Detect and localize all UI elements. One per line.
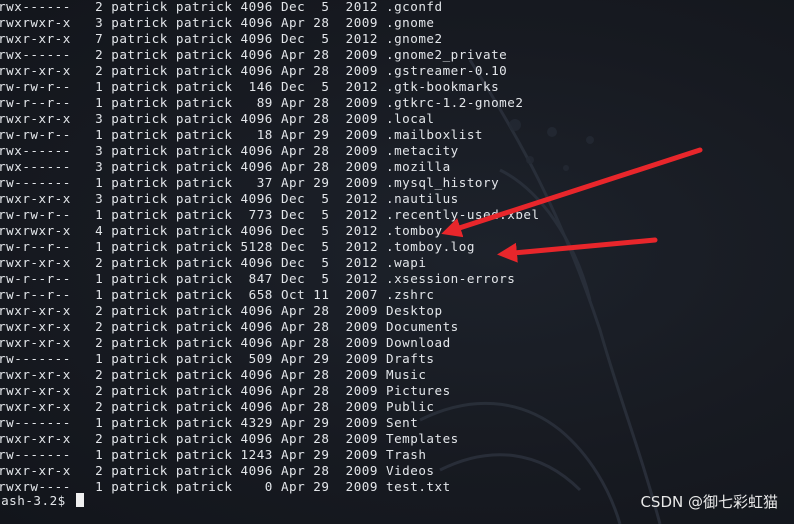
- annotation-arrows: [441, 147, 703, 263]
- red-arrow-to-tomboy: [441, 147, 703, 238]
- csdn-watermark: CSDN @御七彩虹猫: [640, 493, 778, 511]
- terminal-window[interactable]: drwx------ 2 patrick patrick 4096 Dec 5 …: [0, 0, 794, 524]
- red-arrow-to-tomboy-log: [497, 237, 658, 263]
